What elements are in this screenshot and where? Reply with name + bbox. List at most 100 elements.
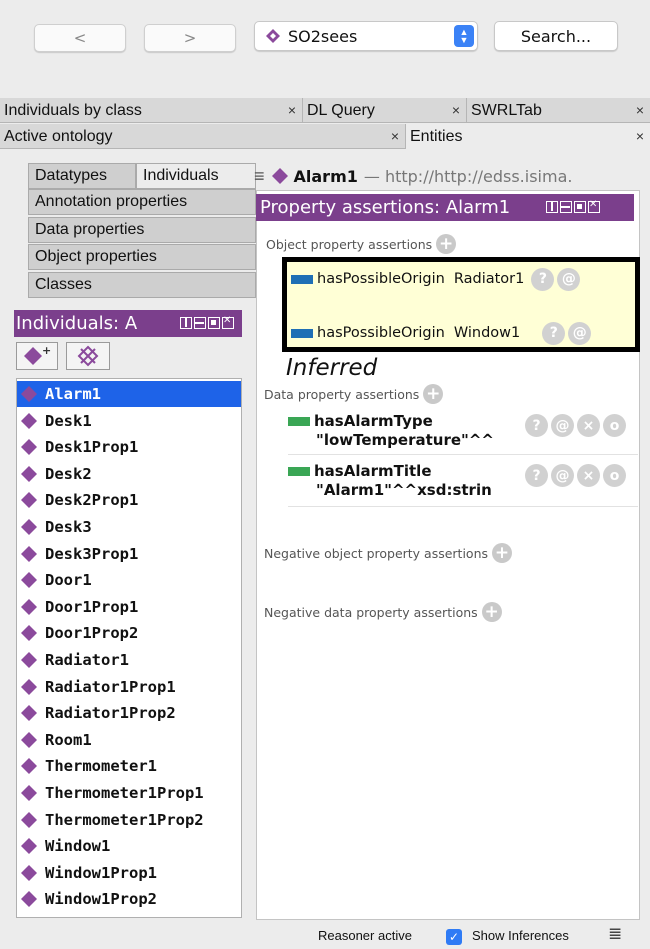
delete-individual-icon [77, 345, 99, 367]
list-item[interactable]: Room1 [17, 727, 241, 753]
tab-individuals[interactable]: Individuals [136, 163, 256, 189]
list-item[interactable]: Radiator1Prop1 [17, 674, 241, 700]
individual-label: Door1 [45, 571, 92, 590]
list-item[interactable]: Desk3 [17, 514, 241, 540]
maximize-icon[interactable] [208, 317, 220, 329]
tab-label: Entities [410, 127, 463, 145]
tab-active-ontology[interactable]: Active ontology × [0, 124, 406, 149]
list-item[interactable]: Window1 [17, 833, 241, 859]
close-icon[interactable]: × [636, 102, 644, 118]
tab-individuals-by-class[interactable]: Individuals by class × [0, 98, 303, 123]
list-item[interactable]: Radiator1Prop2 [17, 700, 241, 726]
delete-icon[interactable]: × [577, 414, 600, 437]
tab-dl-query[interactable]: DL Query × [303, 98, 467, 123]
individual-label: Desk3Prop1 [45, 544, 139, 563]
help-icon[interactable]: ? [525, 414, 548, 437]
help-icon[interactable]: ? [525, 464, 548, 487]
list-item[interactable]: Window1Prop1 [17, 860, 241, 886]
add-individual-button[interactable]: + [16, 342, 58, 370]
close-icon[interactable]: × [452, 102, 460, 118]
close-icon[interactable]: × [391, 128, 399, 144]
assertion-actions: ? @ × o [522, 414, 626, 437]
help-icon[interactable]: ? [531, 267, 555, 291]
individuals-panel-title: Individuals: A [16, 313, 138, 334]
ontology-selector[interactable]: SO2sees ▲ ▼ [254, 21, 478, 51]
tab-label: SWRLTab [471, 101, 542, 119]
add-data-property-button[interactable]: + [423, 384, 444, 404]
add-object-property-button[interactable]: + [436, 234, 457, 254]
list-item[interactable]: Desk2 [17, 461, 241, 487]
annotate-icon[interactable]: @ [568, 321, 592, 345]
section-label: Negative data property assertions [264, 604, 478, 620]
individual-label: Desk3 [45, 518, 92, 536]
tab-bar-bottom: Active ontology × Entities × [0, 124, 650, 149]
split-horizontal-icon[interactable] [560, 201, 572, 213]
tab-classes[interactable]: Classes [28, 272, 256, 298]
split-vertical-icon[interactable] [180, 317, 192, 329]
object-assertions-highlight: hasPossibleOrigin Radiator1 ? @ hasPossi… [282, 257, 640, 352]
annotate-icon[interactable]: @ [557, 267, 581, 291]
individual-icon [20, 704, 38, 722]
delete-icon[interactable]: × [577, 464, 600, 487]
log-icon[interactable]: ≣ [608, 924, 622, 944]
menu-icon[interactable]: ≡ [254, 166, 265, 187]
tab-bar-top: Individuals by class × DL Query × SWRLTa… [0, 98, 650, 123]
entity-name: Alarm1 [293, 166, 358, 186]
tab-entities[interactable]: Entities × [406, 124, 650, 149]
list-item[interactable]: Thermometer1Prop1 [17, 780, 241, 806]
back-button[interactable]: < [34, 24, 126, 52]
help-icon[interactable]: ? [542, 321, 566, 345]
search-button[interactable]: Search... [494, 21, 618, 51]
data-property-section: Data property assertions + [264, 384, 444, 404]
tab-label: Active ontology [4, 127, 113, 145]
object-assertion-row[interactable]: hasPossibleOrigin Window1 ? @ [291, 318, 635, 348]
individual-icon [20, 811, 38, 829]
data-property-icon [288, 416, 310, 426]
list-item[interactable]: Desk1 [17, 408, 241, 434]
list-item[interactable]: Door1Prop2 [17, 620, 241, 646]
annotate-icon[interactable]: @ [551, 414, 574, 437]
list-item[interactable]: Desk3Prop1 [17, 541, 241, 567]
close-icon[interactable]: × [636, 128, 644, 144]
close-view-icon[interactable] [588, 199, 600, 213]
close-view-icon[interactable] [222, 315, 234, 329]
list-item[interactable]: Radiator1 [17, 647, 241, 673]
tab-datatypes[interactable]: Datatypes [28, 163, 136, 189]
individual-icon [20, 491, 38, 509]
view-controls [546, 199, 600, 213]
add-negative-data-property-button[interactable]: + [481, 602, 502, 622]
list-item[interactable]: Desk1Prop1 [17, 434, 241, 460]
tab-object-properties[interactable]: Object properties [28, 244, 256, 270]
show-inferences-checkbox[interactable]: ✓ [446, 929, 462, 945]
tab-annotation-properties[interactable]: Annotation properties [28, 189, 256, 215]
annotate-icon[interactable]: @ [551, 464, 574, 487]
forward-button[interactable]: > [144, 24, 236, 52]
individuals-list[interactable]: Alarm1 Desk1 Desk1Prop1 Desk2 Desk2Prop1 Desk… [16, 378, 242, 918]
tab-label: DL Query [307, 101, 375, 119]
delete-individual-button[interactable] [66, 342, 110, 370]
object-assertion-row[interactable]: hasPossibleOrigin Radiator1 ? @ [291, 264, 635, 294]
tab-swrltab[interactable]: SWRLTab × [467, 98, 650, 123]
list-item[interactable]: Desk2Prop1 [17, 487, 241, 513]
data-assertion-row[interactable]: hasAlarmTitle "Alarm1"^^xsd:strin ? @ × … [288, 462, 638, 499]
edit-icon[interactable]: o [603, 414, 626, 437]
list-item[interactable]: Thermometer1Prop2 [17, 807, 241, 833]
data-assertion-row[interactable]: hasAlarmType "lowTemperature"^^ ? @ × o [288, 412, 638, 449]
list-item[interactable]: Door1Prop1 [17, 594, 241, 620]
tab-data-properties[interactable]: Data properties [28, 217, 256, 243]
split-vertical-icon[interactable] [546, 201, 558, 213]
close-icon[interactable]: × [288, 102, 296, 118]
maximize-icon[interactable] [574, 201, 586, 213]
list-item[interactable]: Alarm1 [17, 381, 241, 407]
list-item[interactable]: Window1Prop2 [17, 886, 241, 912]
individual-label: Alarm1 [45, 385, 101, 403]
individual-icon [20, 784, 38, 802]
list-item[interactable]: Thermometer1 [17, 753, 241, 779]
list-item[interactable]: Door1 [17, 567, 241, 593]
svg-text:+: + [42, 345, 51, 357]
add-negative-object-property-button[interactable]: + [492, 543, 513, 563]
section-label: Object property assertions [266, 236, 433, 252]
divider [288, 506, 638, 507]
edit-icon[interactable]: o [603, 464, 626, 487]
split-horizontal-icon[interactable] [194, 317, 206, 329]
